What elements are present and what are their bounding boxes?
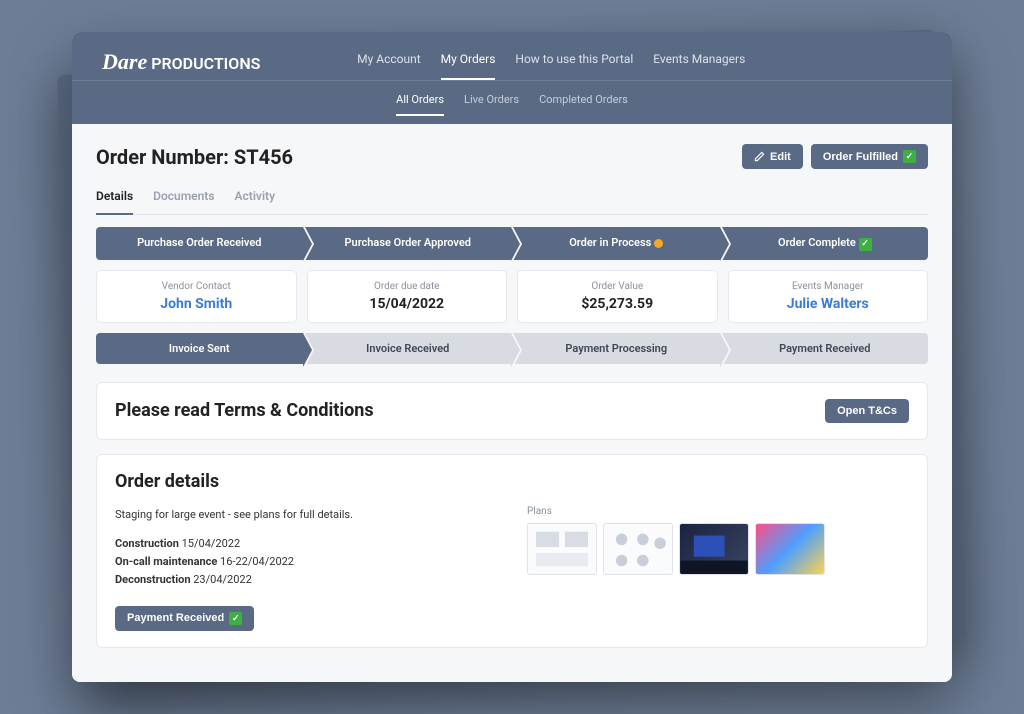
logo-text: PRODUCTIONS bbox=[151, 54, 260, 73]
main-nav: My Account My Orders How to use this Por… bbox=[357, 44, 745, 80]
nav-how-to-use[interactable]: How to use this Portal bbox=[515, 44, 633, 80]
step-complete: Order Complete ✓ bbox=[722, 227, 929, 260]
order-details-text: Staging for large event - see plans for … bbox=[115, 506, 497, 631]
page-title: Order Number: ST456 bbox=[96, 145, 293, 169]
plans-label: Plans bbox=[527, 506, 909, 517]
order-details-panel: Order details Staging for large event - … bbox=[96, 454, 928, 648]
check-icon: ✓ bbox=[859, 238, 872, 251]
info-cards: Vendor Contact John Smith Order due date… bbox=[96, 270, 928, 323]
step-payment-received: Payment Received bbox=[722, 333, 929, 364]
events-manager-link[interactable]: Julie Walters bbox=[737, 296, 920, 312]
content: Order Number: ST456 Edit Order Fulfilled… bbox=[72, 124, 952, 681]
subnav-completed-orders[interactable]: Completed Orders bbox=[539, 89, 628, 116]
subnav-live-orders[interactable]: Live Orders bbox=[464, 89, 519, 116]
terms-panel: Please read Terms & Conditions Open T&Cs bbox=[96, 382, 928, 440]
order-progress: Purchase Order Received Purchase Order A… bbox=[96, 227, 928, 260]
payment-received-button[interactable]: Payment Received ✓ bbox=[115, 606, 254, 631]
status-dot-icon bbox=[654, 239, 663, 248]
nav-my-account[interactable]: My Account bbox=[357, 44, 421, 80]
plan-thumb-seating-1[interactable] bbox=[527, 523, 597, 575]
plan-thumb-tables[interactable] bbox=[603, 523, 673, 575]
vendor-contact-link[interactable]: John Smith bbox=[105, 296, 288, 312]
step-payment-processing: Payment Processing bbox=[513, 333, 720, 364]
card-order-value: Order Value $25,273.59 bbox=[517, 270, 718, 323]
payment-progress: Invoice Sent Invoice Received Payment Pr… bbox=[96, 333, 928, 364]
step-invoice-received: Invoice Received bbox=[305, 333, 512, 364]
edit-button[interactable]: Edit bbox=[742, 144, 803, 169]
order-fulfilled-button[interactable]: Order Fulfilled ✓ bbox=[811, 144, 928, 169]
plans-thumbnails bbox=[527, 523, 909, 575]
tab-documents[interactable]: Documents bbox=[153, 183, 214, 215]
subnav-all-orders[interactable]: All Orders bbox=[396, 89, 444, 116]
sub-nav: All Orders Live Orders Completed Orders bbox=[72, 80, 952, 124]
nav-events-managers[interactable]: Events Managers bbox=[653, 44, 745, 80]
logo-script: Dare bbox=[102, 49, 147, 75]
brand-logo: Dare PRODUCTIONS bbox=[102, 49, 260, 75]
order-details-title: Order details bbox=[115, 471, 909, 492]
open-tncs-button[interactable]: Open T&Cs bbox=[825, 399, 909, 423]
nav-my-orders[interactable]: My Orders bbox=[441, 44, 496, 80]
tab-activity[interactable]: Activity bbox=[235, 183, 276, 215]
check-icon: ✓ bbox=[229, 612, 242, 625]
card-due-date: Order due date 15/04/2022 bbox=[307, 270, 508, 323]
plan-thumb-lighting[interactable] bbox=[755, 523, 825, 575]
card-events-manager: Events Manager Julie Walters bbox=[728, 270, 929, 323]
check-icon: ✓ bbox=[903, 150, 916, 163]
tab-details[interactable]: Details bbox=[96, 183, 133, 215]
header: Dare PRODUCTIONS My Account My Orders Ho… bbox=[72, 32, 952, 124]
app-window: Dare PRODUCTIONS My Account My Orders Ho… bbox=[72, 32, 952, 681]
card-vendor-contact: Vendor Contact John Smith bbox=[96, 270, 297, 323]
step-po-approved: Purchase Order Approved bbox=[305, 227, 512, 260]
pencil-icon bbox=[754, 151, 765, 162]
order-tabs: Details Documents Activity bbox=[96, 183, 928, 215]
step-in-process: Order in Process bbox=[513, 227, 720, 260]
plan-thumb-stage[interactable] bbox=[679, 523, 749, 575]
step-po-received: Purchase Order Received bbox=[96, 227, 303, 260]
terms-title: Please read Terms & Conditions bbox=[115, 400, 374, 421]
step-invoice-sent: Invoice Sent bbox=[96, 333, 303, 364]
